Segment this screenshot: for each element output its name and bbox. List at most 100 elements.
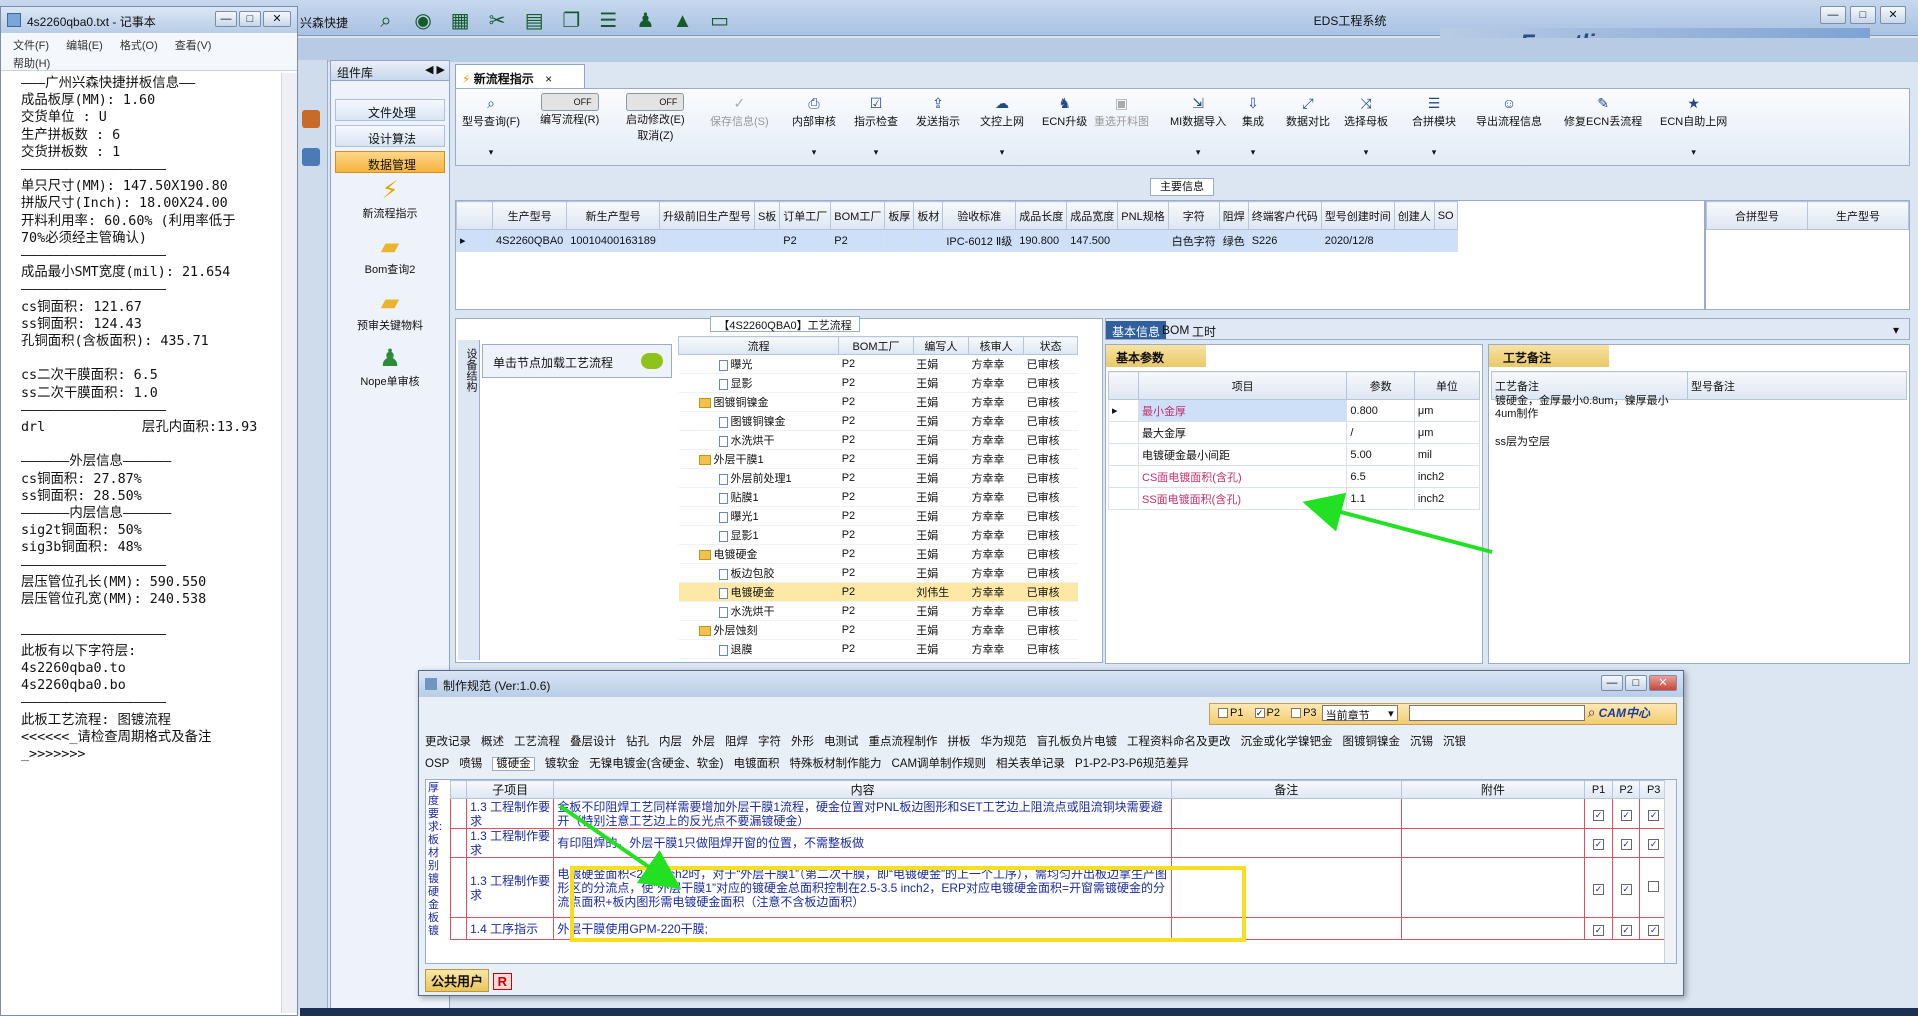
menu-help[interactable]: 帮助(H) — [13, 58, 50, 70]
minimize-button[interactable]: — — [215, 11, 237, 27]
book-icon[interactable] — [302, 148, 320, 166]
spec-tab[interactable]: 沉银 — [1443, 736, 1466, 748]
edit-flow-toggle[interactable]: OFF 编写流程(R) — [540, 93, 599, 127]
column-header[interactable]: 终端客户代码 — [1247, 201, 1322, 230]
copy-icon[interactable]: ❐ — [557, 8, 585, 34]
spec-tab[interactable]: 镀硬金 — [492, 757, 535, 771]
tree-node[interactable]: 曝光 — [678, 354, 839, 374]
table-cell[interactable] — [658, 229, 755, 252]
lighthouse-icon[interactable] — [302, 110, 320, 128]
tree-node[interactable]: 外层蚀刻 — [678, 620, 839, 640]
checkbox[interactable]: ✓ — [1620, 839, 1632, 850]
toggle-switch[interactable]: OFF — [626, 93, 685, 111]
tree-row[interactable]: 图镀铜镍金 P2 王娟 方幸幸 已审核 — [678, 411, 1078, 431]
startup-modify-toggle[interactable]: OFF 启动修改(E) 取消(Z) — [626, 93, 685, 143]
column-header[interactable]: S板 — [753, 201, 781, 230]
grid-icon[interactable]: ▦ — [446, 8, 474, 34]
attachment-cell[interactable] — [1400, 828, 1586, 858]
tool-key-material[interactable]: ▰ 预审关键物料 — [335, 289, 445, 333]
scissors-icon[interactable]: ✂ — [483, 8, 511, 34]
table-cell[interactable]: 2020/12/8 — [1320, 229, 1395, 252]
attachment-cell[interactable] — [1400, 798, 1586, 829]
column-header[interactable]: 生产型号 — [491, 201, 568, 230]
tree-node[interactable]: 电镀硬金 — [678, 544, 839, 564]
checkbox[interactable]: ✓ — [1620, 809, 1632, 821]
close-button[interactable]: ✕ — [1649, 675, 1677, 691]
maximize-button[interactable]: □ — [1850, 6, 1876, 24]
checkbox[interactable]: ✓ — [1593, 839, 1605, 850]
doc-online-button[interactable]: ☁ 文控上网 ▾ — [980, 95, 1024, 158]
table-cell[interactable]: 147.500 — [1066, 229, 1119, 252]
column-header[interactable]: 字符 — [1167, 201, 1220, 230]
table-row[interactable]: ▸ 4S2260QBA0 10010400163189 P2 P2 IPC-6012 Ⅱ级… — [456, 229, 1458, 252]
tool-nope-review[interactable]: ♟ Nope单审核 — [335, 345, 445, 389]
tree-node[interactable]: 显影1 — [678, 525, 839, 545]
tree-row[interactable]: 曝光1 P2 王娟 方幸幸 已审核 — [678, 506, 1078, 526]
filter-p2[interactable]: ✓ P2 — [1254, 707, 1280, 719]
spec-tab[interactable]: 电镀面积 — [733, 758, 779, 770]
column-header[interactable]: 订单工厂 — [779, 201, 832, 230]
tree-row[interactable]: 显影 P2 王娟 方幸幸 已审核 — [678, 373, 1078, 393]
spec-tab[interactable]: 钻孔 — [626, 736, 649, 748]
column-header[interactable]: 成品宽度 — [1066, 201, 1119, 230]
table-row[interactable]: SS面电镀面积(含孔) 1.1 inch2 — [1108, 487, 1481, 510]
column-header[interactable]: 板材 — [913, 201, 944, 230]
search-icon[interactable]: ⌕ — [1588, 704, 1596, 720]
param-value[interactable]: 6.5 — [1346, 465, 1415, 488]
tree-row[interactable]: 外层蚀刻 P2 王娟 方幸幸 已审核 — [678, 620, 1078, 640]
pin-icon[interactable]: ◀ ▶ — [425, 63, 445, 76]
list-icon[interactable]: ☰ — [594, 8, 622, 34]
reselect-cut-drawing-button[interactable]: ▣ 重选开料图 — [1094, 95, 1149, 129]
device-structure-tab[interactable]: 设备结构 — [458, 340, 480, 660]
tree-node[interactable]: 贴膜1 — [678, 487, 839, 507]
table-row[interactable]: ▸ 最小金厚 0.800 μm — [1108, 399, 1481, 422]
tree-row[interactable]: 水洗烘干 P2 王娟 方幸幸 已审核 — [678, 601, 1078, 621]
remark-cell[interactable] — [1170, 798, 1402, 829]
param-value[interactable]: / — [1346, 421, 1415, 444]
content-cell[interactable]: 有印阻焊的，外层干膜1只做阻焊开窗的位置，不需整板做 — [553, 828, 1172, 858]
checkbox[interactable]: ✓ — [1620, 924, 1632, 936]
spec-tab[interactable]: 盲孔板负片电镀 — [1037, 736, 1118, 748]
column-header[interactable]: 创建人 — [1393, 201, 1435, 230]
tree-row[interactable]: 电镀硬金 P2 刘伟生 方幸幸 已审核 — [678, 582, 1078, 602]
spec-tab[interactable]: 阻焊 — [725, 736, 748, 748]
attachment-cell[interactable] — [1400, 917, 1586, 940]
integrate-button[interactable]: ⇩ 集成 ▾ — [1242, 95, 1264, 158]
spec-tab[interactable]: 工程资料命名及更改 — [1127, 736, 1231, 748]
spec-tab[interactable]: 重点流程制作 — [869, 736, 938, 748]
column-header[interactable]: BOM工厂 — [830, 201, 886, 230]
sidebar-item-data-management[interactable]: 数据管理 — [335, 151, 445, 173]
data-compare-button[interactable]: ⤢ 数据对比 — [1286, 95, 1330, 129]
tree-node[interactable]: 图镀铜镍金 — [678, 411, 839, 431]
maximize-button[interactable]: □ — [1625, 675, 1647, 691]
menu-view[interactable]: 查看(V) — [175, 40, 212, 52]
tree-row[interactable]: 外层前处理1 P2 王娟 方幸幸 已审核 — [678, 468, 1078, 488]
column-header[interactable]: SO — [1433, 201, 1458, 230]
tab-new-flow[interactable]: ⚡ 新流程指示 × — [455, 64, 585, 88]
tool-new-flow[interactable]: ⚡ 新流程指示 — [335, 177, 445, 221]
tree-row[interactable]: 外层干膜1 P2 王娟 方幸幸 已审核 — [678, 449, 1078, 469]
spec-tab[interactable]: 字符 — [758, 736, 781, 748]
menu-edit[interactable]: 编辑(E) — [66, 40, 103, 52]
table-row[interactable]: 电镀硬金最小间距 5.00 mil — [1108, 443, 1481, 466]
select-motherboard-button[interactable]: ⤨ 选择母板 ▾ — [1344, 95, 1388, 158]
notepad-scrollbar[interactable] — [281, 73, 297, 1013]
table-cell[interactable] — [1433, 229, 1458, 252]
spec-scrollbar[interactable] — [1664, 780, 1676, 963]
table-cell[interactable]: 绿色 — [1218, 229, 1249, 252]
close-button[interactable]: ✕ — [1880, 6, 1906, 24]
chapter-select[interactable]: 当前章节 ▾ — [1321, 704, 1398, 722]
table-cell[interactable] — [1393, 229, 1435, 252]
column-header[interactable]: 板厚 — [884, 201, 915, 230]
table-cell[interactable]: 190.800 — [1015, 229, 1068, 252]
spec-tab[interactable]: 电测试 — [824, 736, 859, 748]
column-header[interactable]: 升级前旧生产型号 — [658, 201, 755, 230]
tool-bom-query[interactable]: ▰ Bom查询2 — [335, 233, 445, 277]
tree-node[interactable]: 水洗烘干 — [678, 430, 839, 450]
tree-row[interactable]: 水洗烘干 P2 王娟 方幸幸 已审核 — [678, 430, 1078, 450]
spec-tab[interactable]: 特殊板材制作能力 — [789, 758, 881, 770]
tree-node[interactable]: 板边包胶 — [678, 563, 839, 583]
process-note-text[interactable]: 镀硬金，金厚最小0.8um，镍厚最小4um制作 — [1495, 395, 1685, 421]
tree-node[interactable]: 显影 — [678, 373, 839, 393]
column-header[interactable]: 验收标准 — [942, 201, 1017, 230]
